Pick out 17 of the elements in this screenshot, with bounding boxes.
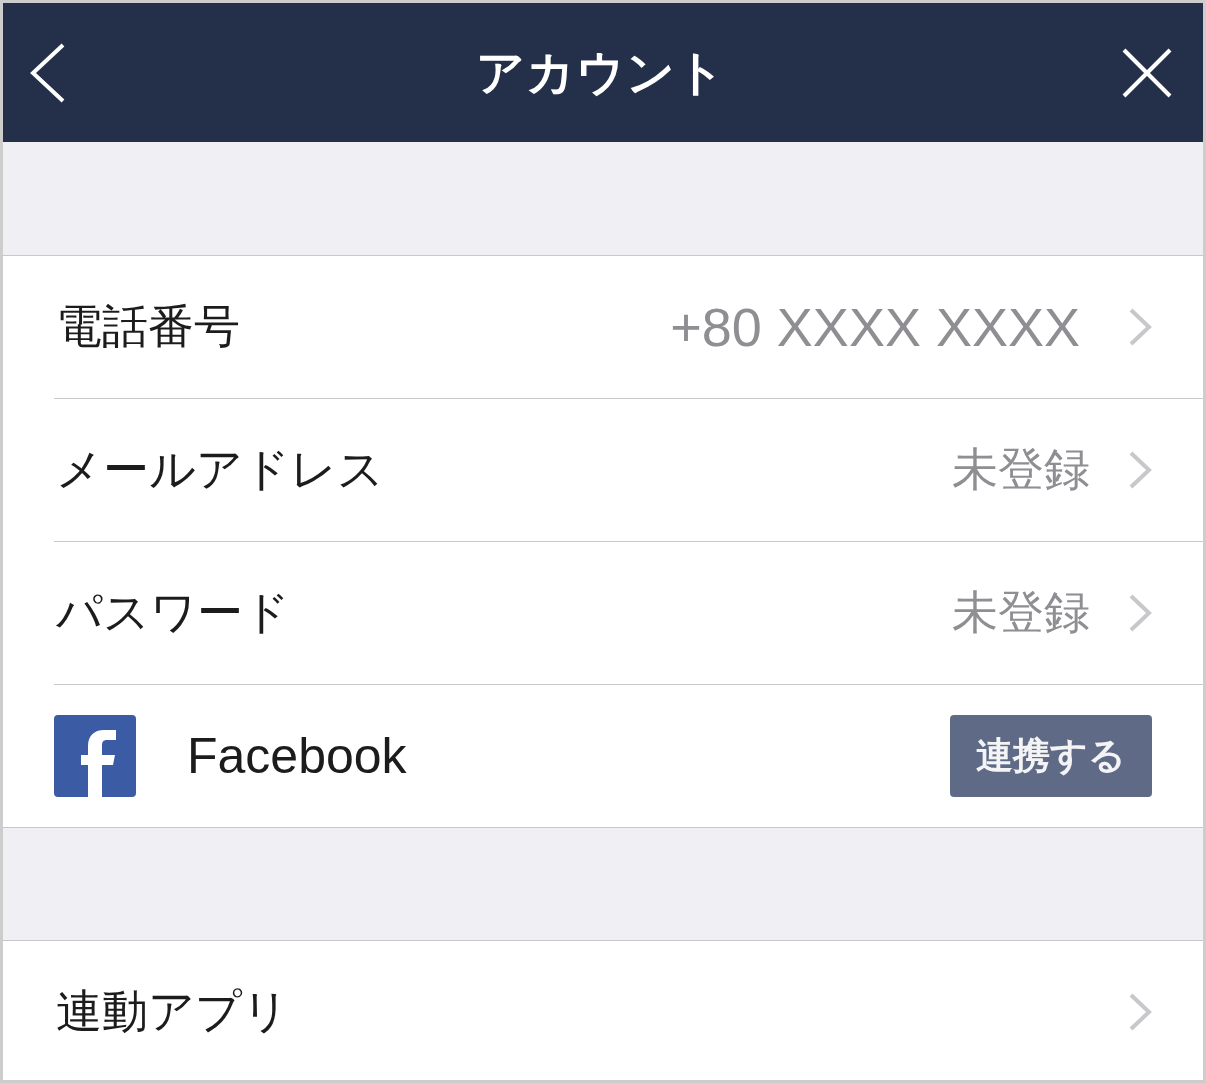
row-label: 連動アプリ [56,984,289,1039]
row-label: メールアドレス [56,442,384,497]
chevron-icon [1128,450,1152,490]
facebook-logo-icon [54,715,136,797]
connect-button[interactable]: 連携する [950,715,1152,797]
chevron-icon [1128,992,1152,1032]
row-label: パスワード [56,585,290,640]
row-value: +80 XXXX XXXX [670,296,1080,358]
chevron-icon [1128,307,1152,347]
row-value: 未登録 [952,442,1090,497]
row-label: Facebook [187,727,407,785]
close-icon[interactable] [1122,47,1172,98]
screen-title: アカウント [476,44,726,101]
row-value: 未登録 [952,585,1090,640]
row-label: 電話番号 [56,299,240,354]
chevron-icon [1128,593,1152,633]
back-icon[interactable] [30,42,66,103]
